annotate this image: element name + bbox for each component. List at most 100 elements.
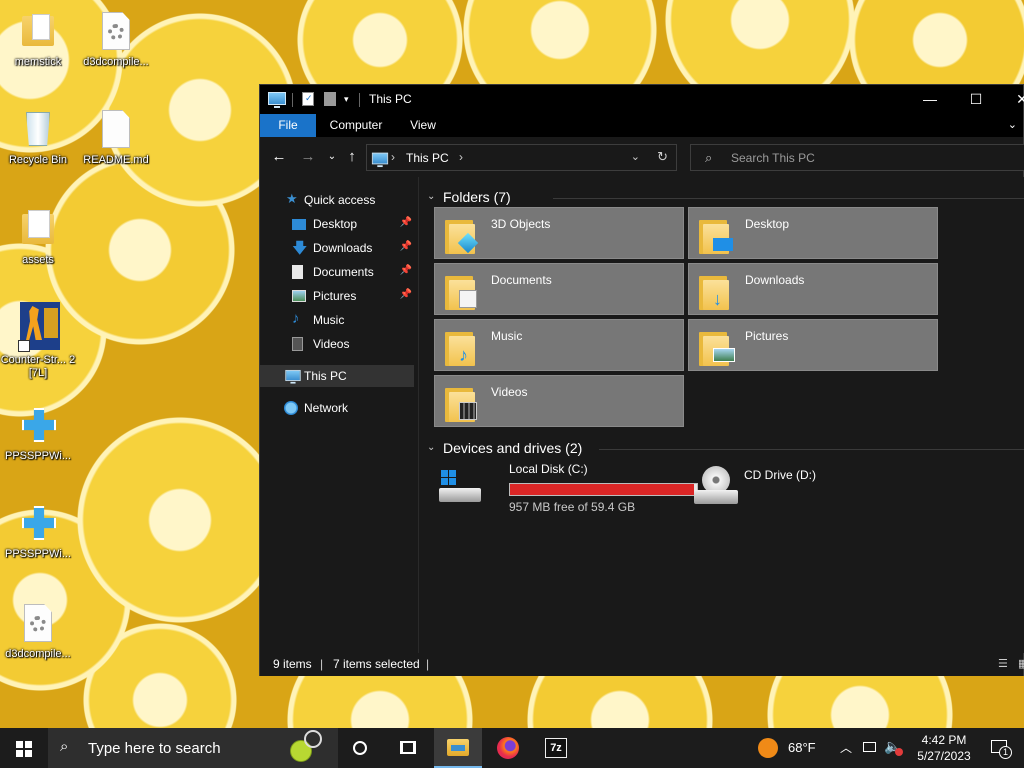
folder-tile-3d-objects[interactable]: 3D Objects (434, 207, 684, 259)
title-bar[interactable]: ✓ ▾ This PC — ☐ ✕ (260, 85, 1024, 114)
taskbar-file-explorer[interactable] (434, 728, 482, 768)
ppsspp-icon (18, 404, 58, 448)
search-input[interactable]: ⌕ Search This PC (690, 144, 1024, 171)
chevron-down-icon[interactable]: ⌄ (631, 150, 640, 163)
taskbar-search-box[interactable]: ⌕ Type here to search (48, 728, 338, 768)
volume-tray-icon[interactable]: 🔈 (882, 728, 904, 768)
group-divider (553, 198, 1024, 199)
ribbon-tabs: File Computer View ⌄ (260, 114, 1023, 137)
properties-icon[interactable]: ✓ (302, 92, 314, 106)
desktop-icon-recycle-bin[interactable]: Recycle Bin (0, 108, 76, 167)
nav-videos[interactable]: Videos (260, 333, 414, 355)
address-bar[interactable]: › This PC › ⌄ ↻ (366, 144, 677, 171)
expand-ribbon-icon[interactable]: ⌄ (1008, 118, 1017, 131)
nav-quick-access[interactable]: ★ Quick access (260, 189, 414, 211)
folder-desktop-icon (699, 214, 733, 254)
videos-icon (292, 337, 303, 351)
desktop-icon-readme[interactable]: README.md (78, 108, 154, 167)
pin-icon[interactable]: 📌 (400, 241, 412, 252)
forward-button[interactable]: → (298, 147, 318, 167)
minimize-button[interactable]: — (907, 85, 953, 114)
desktop-icon-ppsspp-2[interactable]: PPSSPPWi... (0, 502, 76, 561)
up-button[interactable]: ↑ (342, 147, 362, 167)
settings-file-icon (96, 10, 136, 54)
recent-locations-button[interactable]: ⌄ (322, 147, 342, 167)
recycle-bin-icon (18, 108, 58, 152)
muted-badge-icon (895, 748, 903, 756)
drive-local-disk-c[interactable]: Local Disk (C:) 957 MB free of 59.4 GB (439, 462, 698, 518)
this-pc-icon (268, 92, 286, 108)
taskbar-firefox[interactable] (484, 728, 532, 768)
tennis-search-highlight-icon[interactable] (290, 730, 324, 764)
weather-widget[interactable]: 68°F (756, 728, 822, 768)
clock-date: 5/27/2023 (917, 749, 971, 763)
drive-name: Local Disk (C:) (509, 462, 588, 476)
breadcrumb-this-pc[interactable]: This PC (406, 151, 449, 165)
details-view-icon[interactable]: ☰ (998, 657, 1008, 670)
nav-music[interactable]: ♪ Music (260, 309, 414, 331)
nav-downloads[interactable]: 🡇 Downloads 📌 (260, 237, 414, 259)
action-center-button[interactable]: 1 (984, 728, 1020, 768)
windows-logo-icon (16, 741, 32, 757)
folder-tile-videos[interactable]: Videos (434, 375, 684, 427)
desktop-icon-d3dcompiler-2[interactable]: d3dcompile... (0, 602, 76, 661)
desktop-icon-assets[interactable]: assets (0, 208, 76, 267)
status-divider: | (320, 657, 324, 671)
refresh-icon[interactable]: ↻ (657, 149, 668, 165)
group-header-folders[interactable]: ⌄ Folders (7) (423, 187, 1024, 209)
selected-count: 7 items selected (333, 657, 420, 671)
network-tray-icon[interactable] (860, 728, 878, 768)
nav-network[interactable]: Network (260, 397, 414, 419)
folder-tile-pictures[interactable]: Pictures (688, 319, 938, 371)
folder-tile-music[interactable]: ♪ Music (434, 319, 684, 371)
firefox-icon (497, 737, 519, 759)
chevron-right-icon[interactable]: › (391, 150, 395, 164)
file-explorer-window: ✓ ▾ This PC — ☐ ✕ File Computer View ⌄ ←… (259, 84, 1024, 676)
close-button[interactable]: ✕ (999, 85, 1024, 114)
group-header-devices[interactable]: ⌄ Devices and drives (2) (423, 438, 1024, 460)
new-folder-icon[interactable] (324, 92, 336, 106)
chevron-down-icon: ⌄ (427, 442, 436, 453)
pin-icon[interactable]: 📌 (400, 265, 412, 276)
status-divider: | (426, 657, 430, 671)
settings-file-icon (18, 602, 58, 646)
tab-view[interactable]: View (398, 114, 448, 137)
cortana-button[interactable] (336, 728, 384, 768)
clock[interactable]: 4:42 PM 5/27/2023 (908, 728, 980, 768)
desktop-icon-counter-strike[interactable]: Counter-Str... 2 [7L] (0, 302, 76, 380)
tab-file[interactable]: File (260, 114, 316, 137)
start-button[interactable] (0, 728, 48, 768)
nav-documents[interactable]: Documents 📌 (260, 261, 414, 283)
task-view-icon (400, 741, 416, 754)
pin-icon[interactable]: 📌 (400, 217, 412, 228)
maximize-button[interactable]: ☐ (953, 85, 999, 114)
folder-videos-icon (445, 382, 477, 422)
customize-toolbar-icon[interactable]: ▾ (344, 94, 349, 110)
chevron-right-icon[interactable]: › (459, 150, 463, 164)
task-view-button[interactable] (384, 728, 432, 768)
desktop-icon-ppsspp-1[interactable]: PPSSPPWi... (0, 404, 76, 463)
nav-pictures[interactable]: Pictures 📌 (260, 285, 414, 307)
folder-tile-downloads[interactable]: ↓ Downloads (688, 263, 938, 315)
chevron-down-icon: ⌄ (427, 191, 436, 202)
counter-strike-icon (18, 302, 60, 352)
taskbar-7zip[interactable]: 7z (532, 728, 580, 768)
drive-free-space: 957 MB free of 59.4 GB (509, 500, 636, 514)
search-placeholder: Search This PC (731, 151, 815, 165)
pin-icon[interactable]: 📌 (400, 289, 412, 300)
folder-tile-documents[interactable]: Documents (434, 263, 684, 315)
back-button[interactable]: ← (269, 147, 289, 167)
drive-cd-d[interactable]: CD Drive (D:) (694, 462, 944, 518)
drive-name: CD Drive (D:) (744, 468, 816, 482)
nav-this-pc[interactable]: This PC (260, 365, 414, 387)
large-icons-view-icon[interactable]: ▦ (1018, 657, 1024, 670)
notification-count-badge: 1 (999, 746, 1012, 759)
tab-computer[interactable]: Computer (318, 114, 394, 137)
folder-icon (18, 10, 58, 54)
nav-desktop[interactable]: Desktop 📌 (260, 213, 414, 235)
show-hidden-icons-button[interactable]: ︿ (838, 728, 854, 768)
folder-tile-desktop[interactable]: Desktop (688, 207, 938, 259)
desktop-icon-memstick[interactable]: memstick (0, 10, 76, 69)
search-icon: ⌕ (705, 150, 713, 165)
desktop-icon-d3dcompiler-1[interactable]: d3dcompile... (78, 10, 154, 69)
